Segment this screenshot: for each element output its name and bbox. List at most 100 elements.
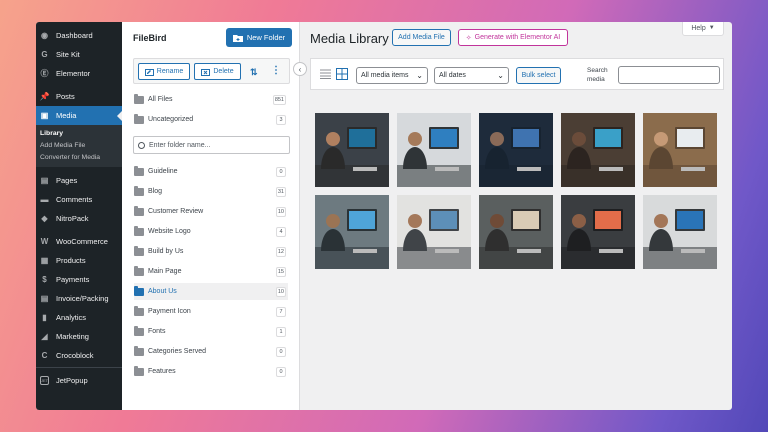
sidebar-item-products[interactable]: ▦ Products (36, 251, 122, 270)
folder-item[interactable]: Fonts 1 (134, 323, 288, 340)
sort-icon[interactable]: ⇅ (250, 66, 260, 78)
photo-office-workers (643, 195, 717, 269)
sidebar-item-marketing[interactable]: ◢ Marketing (36, 327, 122, 346)
sidebar-item-crocoblock[interactable]: C Crocoblock (36, 346, 122, 365)
analytics-icon: ▮ (42, 313, 47, 322)
sidebar-item-label: Dashboard (56, 31, 93, 40)
media-thumbnail[interactable] (397, 113, 471, 187)
folder-item[interactable]: Categories Served 0 (134, 343, 288, 360)
generate-elementor-ai-button[interactable]: ✧ Generate with Elementor AI (458, 29, 568, 46)
add-media-file-label: Add Media File (398, 34, 445, 41)
folder-search-input[interactable]: Enter folder name... (133, 136, 290, 154)
sidebar-item-label: Comments (56, 195, 93, 204)
pin-icon: 📌 (39, 92, 50, 101)
sidebar-item-label: Marketing (56, 332, 89, 341)
sidebar-item-label: Payments (56, 275, 90, 284)
folder-search-placeholder: Enter folder name... (149, 141, 211, 149)
sidebar-item-payments[interactable]: $ Payments (36, 270, 122, 289)
marketing-icon: ◢ (41, 332, 48, 341)
folder-item[interactable]: Blog 31 (134, 183, 288, 200)
search-label-line: Search (587, 67, 608, 74)
more-options-icon[interactable]: ⋮ (271, 64, 281, 78)
nitropack-icon: ◆ (41, 214, 48, 223)
submenu-add-media-file[interactable]: Add Media File (36, 140, 122, 152)
folder-icon (134, 225, 144, 236)
sidebar-item-label: Pages (56, 176, 78, 185)
folder-label: Build by Us (148, 248, 184, 255)
folder-label: Guideline (148, 168, 178, 175)
folder-count: 7 (276, 307, 286, 317)
folder-item[interactable]: Payment Icon 7 (134, 303, 288, 320)
rename-button[interactable]: Rename (138, 63, 190, 80)
folder-item[interactable]: Build by Us 12 (134, 243, 288, 260)
photo-office-workers (561, 113, 635, 187)
folder-count: 10 (275, 287, 286, 297)
delete-button[interactable]: Delete (194, 63, 241, 80)
delete-icon (201, 68, 211, 76)
sidebar-item-posts[interactable]: 📌 Posts (36, 87, 122, 106)
sidebar-item-pages[interactable]: ▤ Pages (36, 171, 122, 190)
grid-view-icon[interactable] (336, 68, 348, 80)
jetpopup-icon: JET (40, 376, 49, 385)
folder-item[interactable]: Main Page 15 (134, 263, 288, 280)
media-thumbnail[interactable] (315, 195, 389, 269)
search-icon (138, 141, 145, 149)
media-thumbnail[interactable] (561, 113, 635, 187)
new-folder-button[interactable]: New Folder (226, 28, 292, 47)
folder-item[interactable]: Guideline 0 (134, 163, 288, 180)
sidebar-item-invoice-packing[interactable]: ▤ Invoice/Packing (36, 289, 122, 308)
sidebar-item-media[interactable]: ▣ Media (36, 106, 122, 125)
help-tab[interactable]: Help ▼ (682, 22, 724, 36)
folder-uncategorized[interactable]: Uncategorized 3 (134, 111, 288, 128)
sidebar-item-woocommerce[interactable]: W WooCommerce (36, 232, 122, 251)
media-type-select[interactable]: All media items ⌄ (356, 67, 428, 84)
submenu-converter-for-media[interactable]: Converter for Media (36, 152, 122, 164)
generate-ai-label: Generate with Elementor AI (474, 34, 561, 41)
media-thumbnail[interactable] (479, 113, 553, 187)
page-title: Media Library (310, 31, 389, 46)
date-select[interactable]: All dates ⌄ (434, 67, 509, 84)
folder-icon (134, 113, 144, 124)
folder-all-files[interactable]: All Files 851 (134, 91, 288, 108)
sidebar-item-nitropack[interactable]: ◆ NitroPack (36, 209, 122, 228)
folder-item[interactable]: About Us 10 (134, 283, 288, 300)
sidebar-item-elementor[interactable]: Ⓔ Elementor (36, 64, 122, 83)
list-view-icon[interactable] (320, 69, 331, 79)
folder-icon (134, 265, 144, 276)
media-thumbnail[interactable] (397, 195, 471, 269)
bulk-select-button[interactable]: Bulk select (516, 67, 561, 84)
photo-office-workers (397, 113, 471, 187)
folder-icon (134, 325, 144, 336)
add-media-file-button[interactable]: Add Media File (392, 29, 451, 46)
sidebar-item-dashboard[interactable]: ◉ Dashboard (36, 26, 122, 45)
sidebar-item-comments[interactable]: ▬ Comments (36, 190, 122, 209)
media-thumbnail[interactable] (643, 113, 717, 187)
folder-item[interactable]: Website Logo 4 (134, 223, 288, 240)
chevron-down-icon: ⌄ (416, 71, 423, 80)
media-thumbnail[interactable] (315, 113, 389, 187)
search-media-input[interactable] (618, 66, 720, 84)
folder-label: Customer Review (148, 208, 204, 215)
sidebar-item-site-kit[interactable]: G Site Kit (36, 45, 122, 64)
sidebar-item-label: Posts (56, 92, 75, 101)
rename-label: Rename (156, 68, 184, 75)
media-thumbnail[interactable] (643, 195, 717, 269)
folder-item[interactable]: Customer Review 10 (134, 203, 288, 220)
sidebar-section-divider (36, 367, 122, 368)
media-thumbnail[interactable] (561, 195, 635, 269)
sidebar-item-jetpopup[interactable]: JET JetPopup (36, 371, 122, 390)
sidebar-item-label: NitroPack (56, 214, 89, 223)
sidebar-item-label: Site Kit (56, 50, 80, 59)
collapse-panel-button[interactable]: ‹ (293, 62, 307, 76)
photo-office-workers (561, 195, 635, 269)
folder-icon (134, 205, 144, 216)
folder-label: All Files (148, 96, 173, 103)
folder-count: 0 (276, 367, 286, 377)
sidebar-item-label: Products (56, 256, 86, 265)
submenu-library[interactable]: Library (36, 128, 122, 140)
folder-item[interactable]: Features 0 (134, 363, 288, 380)
media-filter-bar: All media items ⌄ All dates ⌄ Bulk selec… (310, 58, 724, 90)
sidebar-item-analytics[interactable]: ▮ Analytics (36, 308, 122, 327)
sidebar-item-label: Invoice/Packing (56, 294, 109, 303)
media-thumbnail[interactable] (479, 195, 553, 269)
